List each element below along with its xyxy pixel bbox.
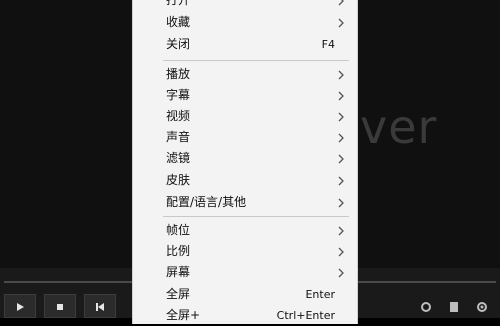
menu-item-fullscreen-plus[interactable]: 全屏+ Ctrl+Enter — [133, 305, 357, 326]
menu-item-favorites[interactable]: 收藏 — [133, 12, 357, 33]
menu-item-close[interactable]: 关闭 F4 — [133, 34, 357, 55]
previous-button[interactable] — [84, 294, 116, 318]
capture-icon — [419, 299, 433, 318]
play-icon — [15, 297, 25, 316]
menu-item-subtitles[interactable]: 字幕 — [133, 85, 357, 106]
menu-item-audio[interactable]: 声音 — [133, 127, 357, 148]
stop-button[interactable] — [44, 294, 76, 318]
submenu-arrow-icon — [338, 69, 345, 80]
menu-item-skins[interactable]: 皮肤 — [133, 170, 357, 191]
menu-item-config-language-other[interactable]: 配置/语言/其他 — [133, 192, 357, 213]
menu-item-aspect-ratio[interactable]: 比例 — [133, 241, 357, 262]
menu-item-frame-position[interactable]: 帧位 — [133, 220, 357, 241]
menu-separator — [163, 216, 349, 217]
submenu-arrow-icon — [338, 90, 345, 101]
menu-item-video[interactable]: 视频 — [133, 106, 357, 127]
submenu-arrow-icon — [338, 175, 345, 186]
menu-item-screen[interactable]: 屏幕 — [133, 262, 357, 283]
shortcut-label: F4 — [321, 38, 335, 51]
menu-item-fullscreen[interactable]: 全屏 Enter — [133, 284, 357, 305]
submenu-arrow-icon — [338, 153, 345, 164]
submenu-arrow-icon — [338, 246, 345, 257]
submenu-arrow-icon — [338, 132, 345, 143]
submenu-arrow-icon — [338, 17, 345, 28]
submenu-arrow-icon — [338, 225, 345, 236]
previous-icon — [95, 297, 105, 316]
shortcut-label: Ctrl+Enter — [276, 309, 335, 322]
submenu-arrow-icon — [338, 267, 345, 278]
capture-button[interactable] — [418, 300, 434, 316]
playlist-button[interactable] — [446, 300, 462, 316]
stop-icon — [55, 297, 65, 316]
shortcut-label: Enter — [305, 288, 335, 301]
submenu-arrow-icon — [338, 111, 345, 122]
settings-icon — [475, 299, 489, 318]
menu-item-filters[interactable]: 滤镜 — [133, 148, 357, 169]
context-menu: 打开 收藏 关闭 F4 播放 字幕 视频 声音 滤镜 皮肤 配置/语言/其他 帧… — [132, 0, 358, 324]
menu-separator — [163, 60, 349, 61]
menu-item-play[interactable]: 播放 — [133, 64, 357, 85]
settings-button[interactable] — [474, 300, 490, 316]
submenu-arrow-icon — [338, 197, 345, 208]
player-logo-watermark: ver — [360, 100, 438, 154]
menu-item-open[interactable]: 打开 — [133, 0, 357, 11]
play-button[interactable] — [4, 294, 36, 318]
playlist-icon — [447, 299, 461, 318]
submenu-arrow-icon — [338, 0, 345, 6]
